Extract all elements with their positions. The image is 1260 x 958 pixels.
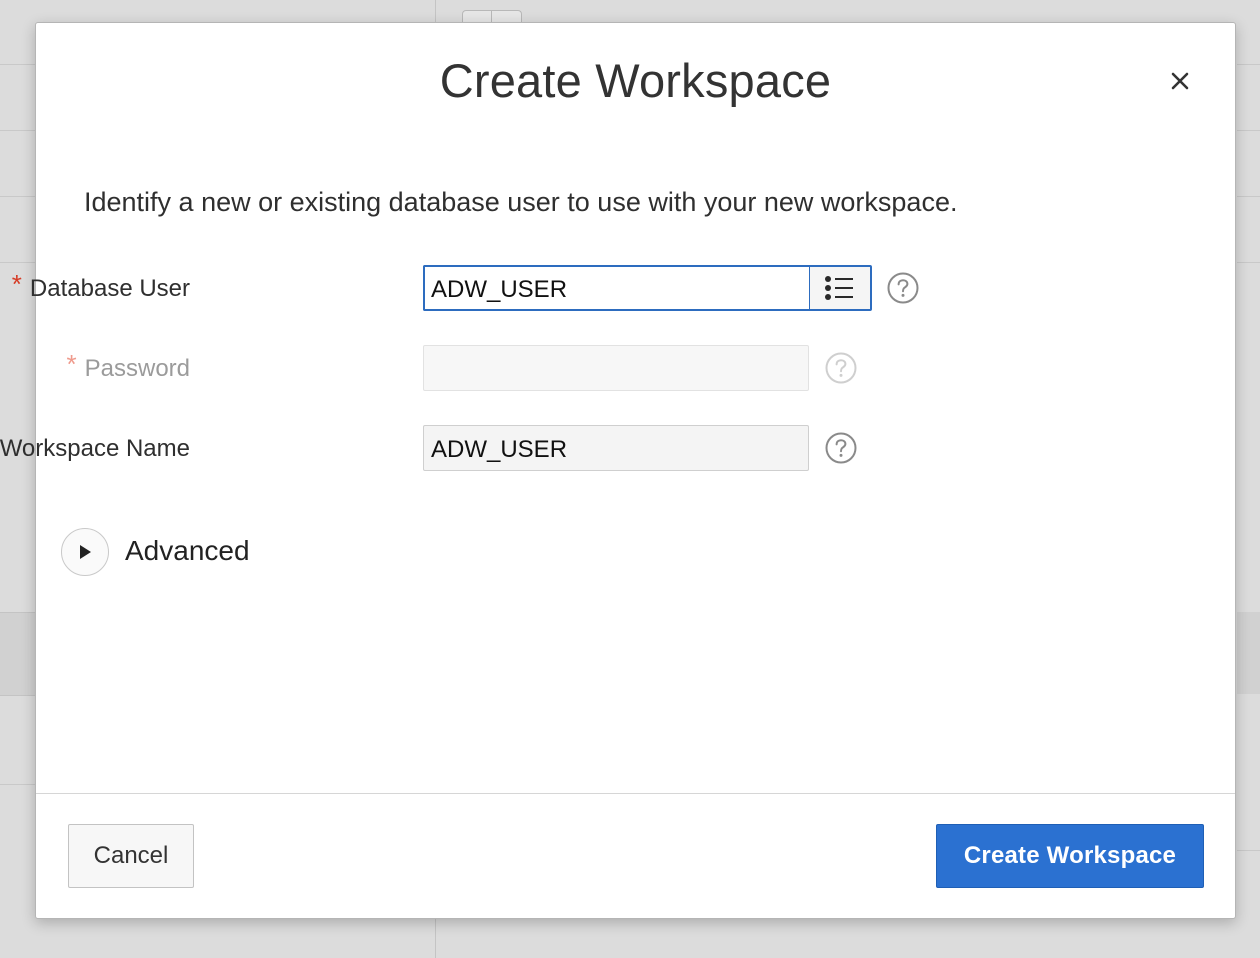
background-row-line <box>1237 130 1260 131</box>
background-row-line <box>1237 262 1260 263</box>
advanced-expand-button[interactable] <box>61 528 109 576</box>
workspace-name-input[interactable] <box>423 425 809 471</box>
workspace-name-label: * Workspace Name <box>0 435 190 466</box>
help-icon <box>825 352 857 384</box>
create-workspace-dialog: Create Workspace Identify a new or exist… <box>0 22 1236 919</box>
help-icon[interactable] <box>825 432 857 464</box>
workspace-name-label-text: Workspace Name <box>0 435 190 462</box>
background-row-line <box>1237 64 1260 65</box>
close-icon <box>1171 72 1189 90</box>
required-marker: * <box>11 269 22 299</box>
workspace-name-row: * Workspace Name <box>0 425 1036 475</box>
triangle-right-icon <box>80 545 91 559</box>
password-row: * Password <box>36 345 1036 395</box>
database-user-label-text: Database User <box>29 275 190 302</box>
list-icon <box>825 276 853 300</box>
database-user-input[interactable] <box>423 265 809 311</box>
background-row-line <box>0 262 36 263</box>
password-label: * Password <box>67 349 191 386</box>
background-row-line <box>0 784 36 785</box>
create-workspace-button[interactable]: Create Workspace <box>936 824 1204 888</box>
background-band <box>0 612 36 696</box>
password-input <box>423 345 809 391</box>
background-row-line <box>0 64 36 65</box>
background-row-line <box>0 196 36 197</box>
background-band <box>1237 612 1260 694</box>
database-user-label: * Database User <box>12 269 190 306</box>
required-marker: * <box>66 349 77 379</box>
advanced-label[interactable]: Advanced <box>125 535 250 567</box>
close-button[interactable] <box>1160 61 1200 101</box>
database-user-list-button[interactable] <box>809 265 872 311</box>
password-label-text: Password <box>84 355 190 382</box>
background-row-line <box>1237 850 1260 851</box>
background-row-line <box>0 130 36 131</box>
help-icon[interactable] <box>887 272 919 304</box>
footer-divider <box>36 793 1235 794</box>
cancel-button[interactable]: Cancel <box>68 824 194 888</box>
database-user-row: * Database User <box>12 265 1036 315</box>
background-row-line <box>1237 196 1260 197</box>
dialog-description: Identify a new or existing database user… <box>84 187 958 217</box>
dialog-title: Create Workspace <box>439 54 832 107</box>
